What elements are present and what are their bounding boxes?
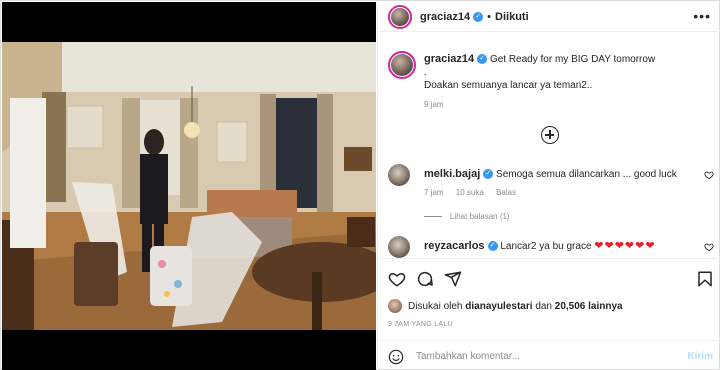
comment-likes[interactable]: 10 suka — [456, 188, 484, 197]
post-header: graciaz14 ✓ • Diikuti ••• — [378, 2, 720, 32]
post-photo[interactable] — [2, 2, 376, 370]
caption-line-2: . — [424, 67, 427, 78]
comment-text: melki.bajaj ✓ Semoga semua dilancarkan ..… — [424, 168, 677, 181]
caption-time[interactable]: 9 jam — [424, 100, 444, 109]
heart-icon[interactable] — [388, 270, 406, 288]
caption-line-1: Get Ready for my BIG DAY tomorrow — [489, 54, 656, 65]
share-icon[interactable] — [444, 270, 462, 288]
comment-username[interactable]: reyzacarlos — [424, 240, 485, 252]
comment-like-heart-icon[interactable] — [704, 242, 714, 252]
verified-badge-icon: ✓ — [487, 241, 498, 252]
comment-meta: 7 jam 10 suka Balas — [424, 188, 526, 197]
comment-text: reyzacarlos ✓ Lancar2 ya bu grace ❤❤❤❤❤❤ — [424, 240, 656, 253]
more-options-icon[interactable]: ••• — [693, 8, 711, 24]
comment-item: reyzacarlos ✓ Lancar2 ya bu grace ❤❤❤❤❤❤ — [388, 236, 718, 258]
comment-icon[interactable] — [416, 270, 434, 288]
caption-avatar[interactable] — [388, 51, 416, 79]
plus-circle-icon[interactable] — [541, 126, 559, 144]
comment-input[interactable]: Tambahkan komentar... — [416, 351, 520, 362]
comment-body: Lancar2 ya bu grace — [500, 241, 592, 252]
liker-avatar[interactable] — [388, 299, 402, 313]
likes-count[interactable]: 20,506 lainnya — [555, 301, 623, 312]
author-username[interactable]: graciaz14 — [420, 11, 470, 23]
comment-body: Semoga semua dilancarkan ... good luck — [496, 169, 677, 180]
action-bar — [378, 258, 720, 300]
likes-prefix: Disukai oleh — [408, 300, 463, 312]
emoji-icon[interactable] — [388, 349, 404, 365]
verified-badge-icon: ✓ — [473, 11, 484, 22]
likes-middle: dan — [535, 300, 552, 312]
room-photo — [2, 2, 376, 370]
post-age[interactable]: 9 JAM YANG LALU — [388, 321, 453, 328]
send-button[interactable]: Kirim — [687, 351, 713, 362]
likes-summary: Disukai oleh dianayulestari dan 20,506 l… — [388, 299, 623, 313]
post-window: graciaz14 ✓ • Diikuti ••• graciaz14 ✓ Get… — [0, 0, 720, 370]
caption-username[interactable]: graciaz14 — [424, 53, 474, 65]
view-replies-label[interactable]: Lihat balasan (1) — [450, 212, 510, 221]
add-comment-bar: Tambahkan komentar... Kirim — [378, 340, 720, 370]
caption-text: graciaz14 ✓ Get Ready for my BIG DAY tomo… — [424, 53, 714, 92]
comment-username[interactable]: melki.bajaj — [424, 168, 480, 180]
post-sidebar: graciaz14 ✓ • Diikuti ••• graciaz14 ✓ Get… — [377, 2, 720, 370]
bookmark-icon[interactable] — [696, 270, 714, 288]
commenter-avatar[interactable] — [388, 236, 410, 258]
comment-time[interactable]: 7 jam — [424, 188, 444, 197]
comment-like-heart-icon[interactable] — [704, 170, 714, 180]
verified-badge-icon: ✓ — [483, 169, 494, 180]
caption-line-3: Doakan semuanya lancar ya teman2.. — [424, 80, 593, 91]
verified-badge-icon: ✓ — [477, 54, 488, 65]
separator-dot: • — [487, 10, 492, 23]
follow-status[interactable]: Diikuti — [495, 11, 529, 23]
replies-divider — [424, 216, 442, 217]
view-replies[interactable]: Lihat balasan (1) — [424, 212, 510, 221]
commenter-avatar[interactable] — [388, 164, 410, 186]
author-avatar[interactable] — [388, 4, 412, 29]
liker-username[interactable]: dianayulestari — [465, 301, 532, 312]
reply-button[interactable]: Balas — [496, 188, 516, 197]
comment-hearts: ❤❤❤❤❤❤ — [594, 240, 656, 252]
comment-item: melki.bajaj ✓ Semoga semua dilancarkan ..… — [388, 164, 718, 204]
